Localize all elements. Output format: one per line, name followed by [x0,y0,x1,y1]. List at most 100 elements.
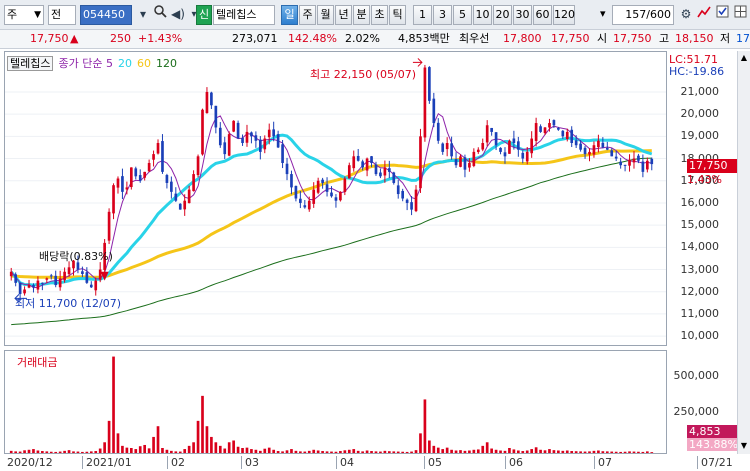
count-field[interactable]: 157/600 [612,5,674,25]
volume-bar [485,442,489,453]
candle-body [543,127,547,134]
last-volume-pct-tag: 143.88% [687,438,738,451]
volume-bar [232,440,235,453]
volume-bar [534,447,538,453]
stock-name-field[interactable]: 텔레칩스 [213,5,275,25]
volume-bar [525,450,529,453]
interval-button[interactable]: 1 [413,5,432,25]
interval-button[interactable]: 60 [533,5,552,25]
price-change: 250 [110,32,131,45]
candle-body [36,280,40,290]
volume-bar [645,451,649,453]
volume-bar [94,451,98,453]
volume-bar [254,449,258,453]
grid-icon[interactable] [730,5,750,25]
volume-bar [67,450,71,453]
volume-bar [370,451,373,453]
date-label: 06 [505,456,523,469]
volume-bar [557,450,560,453]
view-select[interactable]: 전 [48,5,76,25]
interval-button[interactable]: 5 [453,5,472,25]
volume-bar [565,450,569,453]
turnover-rate: 2.02% [345,32,380,45]
vertical-scrollbar[interactable]: ▲ ▼ [737,51,750,454]
volume-bar [316,450,320,453]
market-select[interactable]: 주 ▼ [4,5,44,25]
interval-button[interactable]: 30 [513,5,532,25]
period-button[interactable]: 주 [299,5,316,25]
interval-button[interactable]: 10 [473,5,492,25]
candle-body [67,267,71,275]
candle-body [129,167,133,188]
candle-body [548,123,551,128]
candle-body [401,190,405,199]
checkbox-icon[interactable] [712,5,732,25]
chevron-down-icon[interactable]: ▾ [598,5,611,25]
volume-bar [530,449,534,453]
toolbar: 주 ▼ 전 054450 ▾ ◀) ▾ 신 텔레칩스 ▾ 157/600 ⚙ 일… [0,0,750,30]
period-button[interactable]: 틱 [389,5,406,25]
interval-button[interactable]: 3 [433,5,452,25]
legend-entry: 텔레칩스 [7,56,54,71]
candle-body [187,189,191,204]
volume-bar [41,451,44,453]
volume-bar [610,451,614,453]
magnifier-icon[interactable] [150,5,170,25]
period-button[interactable]: 일 [281,5,298,25]
date-label: 02 [167,456,185,469]
candle-body [614,156,618,159]
candle-body [383,167,387,176]
candle-body [534,123,538,141]
volume-bar [14,451,18,453]
volume-bar [387,451,391,453]
candle-body [214,105,218,128]
candle-body [521,152,525,159]
volume-bar [9,450,13,453]
volume-bar [374,451,378,453]
period-button[interactable]: 년 [335,5,352,25]
volume-bar [63,450,66,453]
volume-bar [503,450,507,453]
volume-bar [379,451,382,453]
stock-code-input[interactable]: 054450 [80,5,132,25]
volume-bar [218,445,222,453]
up-arrow-icon: ▲ [70,32,79,45]
candle-body [570,129,574,144]
price-panel[interactable]: 텔레칩스 종가 단순 5 20 60 120 최고 22,150 (05/07) 최저 … [4,51,667,346]
volume-bar [187,445,191,453]
volume-bar [183,449,187,453]
period-button[interactable]: 월 [317,5,334,25]
volume-bar [628,451,631,453]
candle-body [557,128,560,130]
candle-body [294,185,298,199]
volume-bar [454,450,458,453]
scroll-up-icon[interactable]: ▲ [739,53,749,63]
candle-body [236,122,240,139]
stock-code-text: 054450 [83,8,125,21]
period-button[interactable]: 초 [371,5,388,25]
high-annotation: 최고 22,150 (05/07) [310,68,417,81]
volume-bar [227,442,231,453]
scroll-down-icon[interactable]: ▼ [739,441,749,451]
volume-bar [72,451,75,453]
candle-body [428,67,431,101]
volume-bar [637,451,640,453]
settings-icon[interactable]: ⚙ [676,5,696,25]
candle-body [121,176,124,192]
price-tick-label: 21,000 [680,84,720,98]
interval-button[interactable]: 120 [553,5,575,25]
volume-bar [521,451,525,453]
candle-body [107,211,111,241]
interval-button[interactable]: 20 [493,5,512,25]
chart-icon[interactable] [694,5,714,25]
volume-bar [116,433,120,453]
volume-bar [214,442,218,453]
volume-bar [272,449,276,453]
volume-panel[interactable]: 거래대금 [4,350,667,454]
hc-label: HC:-19.86 [669,65,725,78]
candle-body [588,151,591,155]
chart-legend: 텔레칩스 종가 단순 5 20 60 120 [7,55,182,71]
period-button[interactable]: 분 [353,5,370,25]
volume-ratio: 142.48% [288,32,337,45]
candle-body [374,164,378,175]
